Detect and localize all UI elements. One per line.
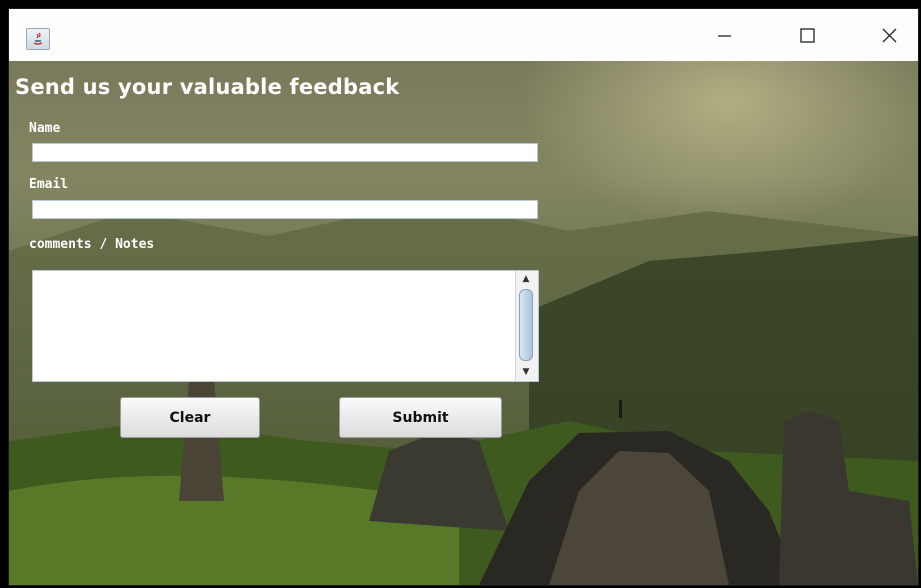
- close-icon: [882, 28, 897, 43]
- app-window: Send us your valuable feedback Name Emai…: [8, 8, 919, 586]
- clear-button[interactable]: Clear: [120, 397, 260, 438]
- form-heading: Send us your valuable feedback: [15, 75, 400, 99]
- title-bar[interactable]: [9, 9, 918, 61]
- name-field[interactable]: [32, 143, 538, 162]
- java-icon[interactable]: [26, 28, 50, 50]
- comments-label: comments / Notes: [29, 237, 155, 252]
- maximize-button[interactable]: [779, 9, 839, 61]
- email-field[interactable]: [32, 200, 538, 219]
- minimize-button[interactable]: [694, 9, 754, 61]
- email-label: Email: [29, 177, 69, 192]
- comments-textarea[interactable]: [33, 271, 516, 381]
- comments-scrollbar[interactable]: ▲ ▼: [515, 271, 538, 381]
- scrollbar-thumb[interactable]: [519, 289, 533, 361]
- comments-box: ▲ ▼: [32, 270, 539, 382]
- maximize-icon: [800, 28, 815, 43]
- submit-button[interactable]: Submit: [339, 397, 502, 438]
- name-label: Name: [29, 121, 61, 136]
- form-panel: Send us your valuable feedback Name Emai…: [9, 61, 918, 585]
- minimize-icon: [718, 35, 731, 37]
- close-button[interactable]: [859, 9, 918, 61]
- scroll-down-icon[interactable]: ▼: [519, 366, 533, 379]
- scroll-up-icon[interactable]: ▲: [519, 273, 533, 286]
